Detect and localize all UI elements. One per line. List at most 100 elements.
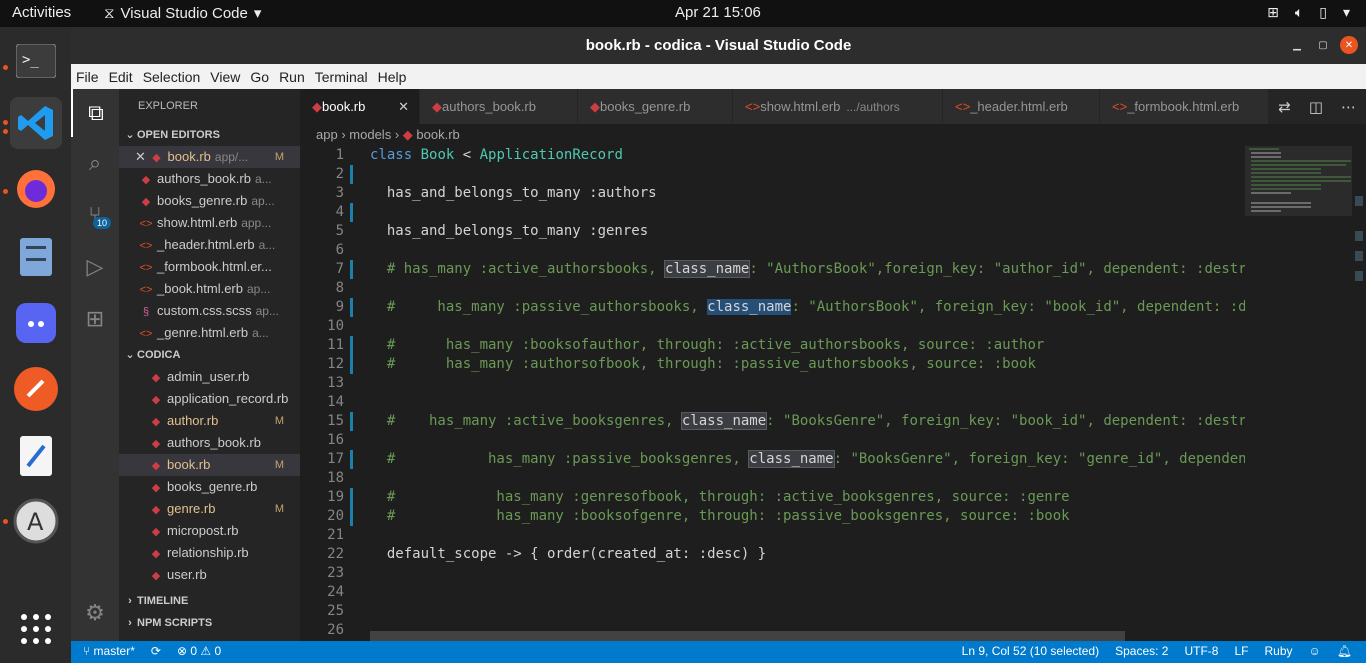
code-line: 20 # has_many :booksofgenre, through: :p…	[300, 507, 1245, 526]
network-icon[interactable]: ⊞	[1267, 4, 1279, 21]
breadcrumb-item[interactable]: app	[316, 127, 338, 142]
code-line: 11 # has_many :booksofauthor, through: :…	[300, 336, 1245, 355]
file-tree-item[interactable]: ◆ micropost.rb	[119, 520, 300, 542]
firefox-launcher[interactable]	[10, 163, 62, 215]
close-icon[interactable]: ✕	[398, 89, 409, 124]
search-activity[interactable]: ⌕	[71, 139, 119, 187]
file-tree-item[interactable]: ◆ authors_book.rb	[119, 432, 300, 454]
line-number: 4	[335, 204, 344, 220]
tab-show-html-erb[interactable]: <>show.html.erb .../authors	[733, 89, 943, 124]
extensions-activity[interactable]: ⊞	[71, 295, 119, 343]
breadcrumb-item[interactable]: models	[349, 127, 391, 142]
sync-icon[interactable]: ⟳	[151, 644, 161, 658]
npm-scripts-header[interactable]: › NPM SCRIPTS	[119, 612, 300, 634]
ruby-file-icon: ◆	[312, 99, 322, 114]
cursor-position[interactable]: Ln 9, Col 52 (10 selected)	[962, 644, 1099, 658]
problems-status[interactable]: ⊗ 0 ⚠ 0	[177, 644, 221, 658]
activity-bar: ⧉ ⌕ ⑂ 10 ▷ ⊞ ⚙	[71, 89, 119, 641]
software-launcher[interactable]: A	[10, 495, 62, 547]
code-editor[interactable]: 1 class Book < ApplicationRecord 2 3 has_an…	[300, 146, 1245, 641]
menu-terminal[interactable]: Terminal	[310, 69, 373, 85]
file-tree-item[interactable]: ◆ book.rb M	[119, 454, 300, 476]
close-icon[interactable]: ✕	[135, 149, 150, 164]
minimize-button[interactable]: ▁	[1288, 36, 1306, 54]
file-tree-item[interactable]: ◆ admin_user.rb	[119, 366, 300, 388]
tab-books-genre-rb[interactable]: ◆books_genre.rb	[578, 89, 733, 124]
activities-button[interactable]: Activities	[12, 4, 71, 21]
eol-status[interactable]: LF	[1234, 644, 1248, 658]
bell-icon[interactable]: 🔔︎	[1337, 644, 1352, 658]
menu-view[interactable]: View	[205, 69, 245, 85]
menu-edit[interactable]: Edit	[104, 69, 138, 85]
timeline-header[interactable]: › TIMELINE	[119, 590, 300, 612]
file-tree-item[interactable]: ◆ relationship.rb	[119, 542, 300, 564]
tab-authors-book-rb[interactable]: ◆authors_book.rb	[420, 89, 578, 124]
open-editor-item[interactable]: ✕ ◆ book.rb app/... M	[119, 146, 300, 168]
breadcrumb-item[interactable]: book.rb	[416, 127, 459, 142]
text-editor-launcher[interactable]	[10, 430, 62, 482]
maximize-button[interactable]: ▢	[1314, 36, 1332, 54]
close-button[interactable]: ✕	[1340, 36, 1358, 54]
vertical-scrollbar[interactable]	[1352, 146, 1366, 641]
terminal-launcher[interactable]: >_	[10, 35, 62, 87]
window-title-bar[interactable]: book.rb - codica - Visual Studio Code ▁ …	[71, 27, 1366, 64]
indentation-status[interactable]: Spaces: 2	[1115, 644, 1168, 658]
file-cabinet-icon	[20, 238, 52, 276]
tab--header-html-erb[interactable]: <>_header.html.erb	[943, 89, 1100, 124]
extensions-icon: ⊞	[85, 306, 105, 331]
git-change-marker	[350, 488, 353, 507]
open-editors-header[interactable]: ⌄ OPEN EDITORS	[119, 124, 300, 146]
horizontal-scrollbar[interactable]	[370, 631, 1125, 641]
minimap[interactable]	[1245, 146, 1352, 641]
line-number: 7	[335, 261, 344, 277]
line-number: 13	[327, 375, 344, 391]
files-launcher[interactable]	[10, 231, 62, 283]
open-editor-item[interactable]: ◆ authors_book.rb a...	[119, 168, 300, 190]
file-tree-item[interactable]: ◆ application_record.rb	[119, 388, 300, 410]
run-debug-activity[interactable]: ▷	[71, 243, 119, 291]
file-tree-item[interactable]: ◆ author.rb M	[119, 410, 300, 432]
system-tray[interactable]: ⊞ 🔈︎ ▯ ▾	[1267, 4, 1350, 21]
language-mode[interactable]: Ruby	[1264, 644, 1292, 658]
file-tree-item[interactable]: ◆ user.rb	[119, 564, 300, 586]
menu-run[interactable]: Run	[274, 69, 310, 85]
git-branch-status[interactable]: ⑂ master*	[83, 644, 135, 658]
postman-launcher[interactable]	[10, 363, 62, 415]
codica-header[interactable]: ⌄ CODICA	[119, 344, 300, 366]
vscode-launcher[interactable]	[10, 97, 62, 149]
open-editor-item[interactable]: <> show.html.erb app...	[119, 212, 300, 234]
split-editor-icon[interactable]: ◫	[1309, 98, 1323, 116]
section-title: OPEN EDITORS	[137, 129, 220, 141]
more-actions-icon[interactable]: ⋯	[1341, 98, 1356, 116]
clock[interactable]: Apr 21 15:06	[675, 4, 761, 21]
tab-label: _formbook.html.erb	[1127, 99, 1240, 114]
show-applications-button[interactable]	[10, 603, 62, 655]
open-editor-item[interactable]: <> _header.html.erb a...	[119, 234, 300, 256]
open-editor-item[interactable]: <> _book.html.erb ap...	[119, 278, 300, 300]
encoding-status[interactable]: UTF-8	[1184, 644, 1218, 658]
open-editor-item[interactable]: ◆ books_genre.rb ap...	[119, 190, 300, 212]
app-menu[interactable]: ⧖ Visual Studio Code ▾	[104, 4, 261, 23]
menu-file[interactable]: File	[71, 69, 104, 85]
menu-help[interactable]: Help	[373, 69, 412, 85]
editor-actions: ⇄ ◫ ⋯	[1268, 89, 1356, 124]
file-tree-item[interactable]: ◆ genre.rb M	[119, 498, 300, 520]
tab-book-rb[interactable]: ◆book.rb ✕	[300, 89, 420, 124]
volume-icon[interactable]: 🔈︎	[1295, 4, 1303, 21]
open-changes-icon[interactable]: ⇄	[1278, 98, 1291, 116]
menu-selection[interactable]: Selection	[138, 69, 206, 85]
source-control-activity[interactable]: ⑂ 10	[71, 191, 119, 239]
open-editor-item[interactable]: § custom.css.scss ap...	[119, 300, 300, 322]
feedback-icon[interactable]: ☺	[1309, 644, 1321, 658]
code-line: 2	[300, 165, 1245, 184]
chevron-down-icon[interactable]: ▾	[1343, 4, 1350, 21]
battery-icon[interactable]: ▯	[1319, 4, 1327, 21]
discord-launcher[interactable]	[10, 297, 62, 349]
file-tree-item[interactable]: ◆ books_genre.rb	[119, 476, 300, 498]
manage-activity[interactable]: ⚙	[71, 589, 119, 637]
open-editor-item[interactable]: <> _genre.html.erb a...	[119, 322, 300, 344]
menu-go[interactable]: Go	[245, 69, 274, 85]
tab--formbook-html-erb[interactable]: <>_formbook.html.erb	[1100, 89, 1270, 124]
open-editor-item[interactable]: <> _formbook.html.er...	[119, 256, 300, 278]
explorer-activity[interactable]: ⧉	[71, 89, 119, 137]
